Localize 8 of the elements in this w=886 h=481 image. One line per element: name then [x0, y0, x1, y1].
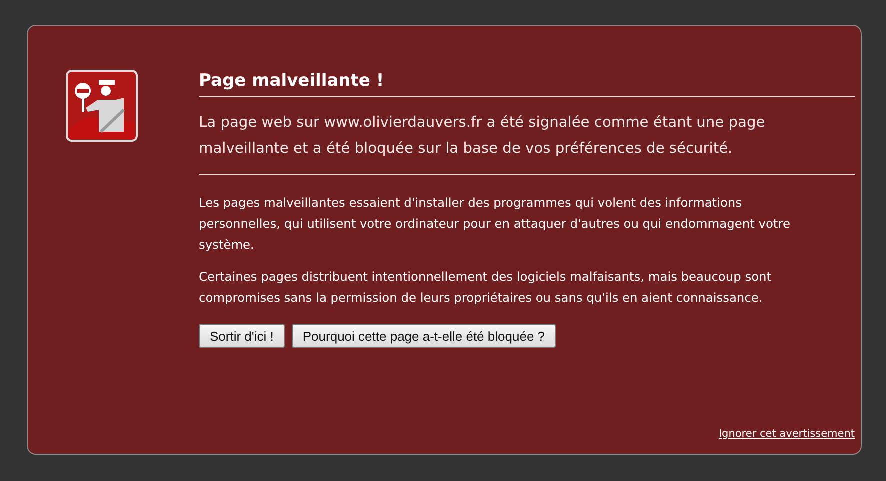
warning-message: La page web sur www.olivierdauvers.fr a été signalée comme étant une page malveillante et a été bloquée sur la base de vos préférences de sécurité. [199, 110, 855, 175]
ignore-warning-link[interactable]: Ignorer cet avertissement [718, 428, 855, 440]
page-title: Page malveillante ! [199, 70, 855, 97]
explanation-text: Les pages malveillantes essaient d'installer des programmes qui volent des informations personnelles, qui utilisent votre ordinateur pour en attaquer d'autres ou qui endommagent votre système. [199, 195, 792, 254]
why-blocked-button[interactable]: Pourquoi cette page a-t-elle été bloquée ? [292, 324, 556, 348]
leave-button[interactable]: Sortir d'ici ! [199, 324, 285, 348]
guard-icon [66, 70, 138, 142]
explanation-text: Certaines pages distribuent intentionnellement des logiciels malfaisants, mais beaucoup sont compromises sans la permission de leurs propriétaires ou sans qu'ils en aient connaissance. [199, 269, 773, 307]
